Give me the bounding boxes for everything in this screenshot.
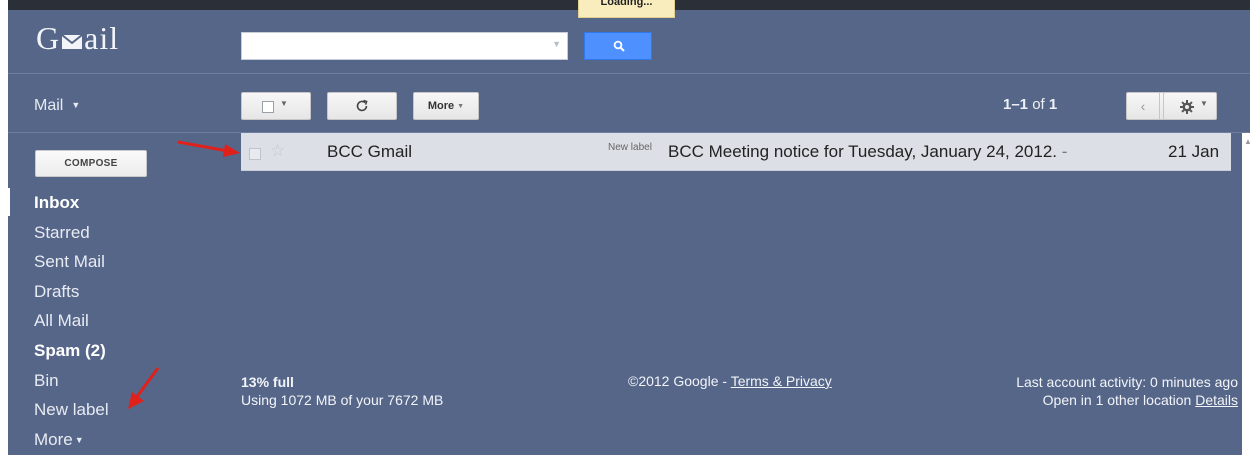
nav-all-mail[interactable]: All Mail (8, 306, 241, 336)
chevron-down-icon: ▼ (71, 100, 81, 110)
message-checkbox[interactable] (249, 148, 261, 160)
nav-label: Spam (2) (34, 340, 106, 360)
pagination-text: 1–1 of 1 (1003, 96, 1057, 113)
search-input[interactable] (246, 34, 550, 60)
nav-sent-mail[interactable]: Sent Mail (8, 247, 241, 277)
more-button[interactable]: More ▼ (413, 92, 479, 120)
message-list: ☆ BCC Gmail New label BCC Meeting notice… (241, 133, 1250, 455)
scrollbar[interactable]: ▲ (1242, 133, 1250, 455)
mail-menu-label: Mail (34, 97, 64, 114)
copyright-text: ©2012 Google - (628, 373, 728, 389)
nav-label: Drafts (34, 281, 80, 301)
chevron-left-icon: ‹ (1140, 98, 1146, 114)
chevron-down-icon: ▼ (1200, 99, 1208, 108)
nav-label: Starred (34, 222, 90, 242)
activity-text: Last account activity: 0 minutes ago (1016, 374, 1238, 390)
message-date: 21 Jan (1168, 142, 1220, 161)
scroll-up-icon: ▲ (1244, 137, 1250, 146)
message-snippet: - (1057, 142, 1068, 161)
active-marker (8, 188, 10, 216)
settings-button[interactable]: ▼ (1163, 92, 1217, 120)
search-icon (613, 40, 625, 52)
account-activity: Last account activity: 0 minutes ago Ope… (1016, 373, 1238, 409)
footer-copyright: ©2012 Google - Terms & Privacy (628, 373, 832, 389)
select-button[interactable]: ▼ (241, 92, 311, 120)
message-label-tag[interactable]: New label (608, 142, 652, 153)
pagination-range: 1–1 (1003, 96, 1029, 113)
pagination-total: 1 (1048, 96, 1058, 113)
logo-letters-ail: ail (84, 20, 120, 56)
other-location-text: Open in 1 other location (1042, 392, 1192, 408)
more-button-label: More (427, 100, 455, 112)
checkbox-icon (262, 101, 274, 113)
nav-more[interactable]: More ▼ (8, 425, 241, 455)
annotation-arrow-right (177, 140, 240, 157)
search-button[interactable] (584, 32, 652, 60)
chevron-down-icon: ▼ (457, 103, 465, 110)
nav-label: Inbox (34, 193, 80, 212)
nav-spam[interactable]: Spam (2) (8, 336, 241, 366)
storage-percent: 13% full (241, 374, 294, 390)
message-subject: BCC Meeting notice for Tuesday, January … (668, 142, 1058, 161)
message-sender: BCC Gmail (327, 142, 413, 161)
toolbar: Mail▼ ▼ More▼ 1–1 of 1 ‹ › ▼ (8, 74, 1250, 133)
newer-button[interactable]: ‹ (1126, 92, 1160, 120)
annotation-arrow-down (128, 367, 160, 409)
gmail-logo[interactable]: Gail (36, 20, 119, 57)
refresh-icon (356, 99, 368, 112)
details-link[interactable]: Details (1195, 392, 1238, 408)
chevron-down-icon: ▼ (280, 99, 288, 108)
chevron-down-icon: ▼ (74, 434, 84, 445)
nav-label: All Mail (34, 311, 89, 331)
nav-inbox[interactable]: Inbox (8, 188, 241, 218)
envelope-icon (61, 21, 83, 49)
nav-label: Sent Mail (34, 252, 105, 272)
nav-label: More (34, 429, 73, 449)
nav-label: Bin (34, 370, 59, 390)
pagination-of: of (1032, 96, 1045, 113)
storage-info: 13% full Using 1072 MB of your 7672 MB (241, 373, 443, 409)
logo-letter-g: G (36, 20, 61, 56)
star-icon[interactable]: ☆ (270, 141, 285, 161)
refresh-button[interactable] (327, 92, 397, 120)
message-subject-line: BCC Meeting notice for Tuesday, January … (668, 142, 1067, 162)
gmail-window: Loading... Gail ▼ Mail▼ ▼ More▼ 1–1 of (8, 0, 1250, 455)
nav-drafts[interactable]: Drafts (8, 277, 241, 307)
nav-starred[interactable]: Starred (8, 218, 241, 248)
header: Gail ▼ (8, 10, 1250, 74)
search-box[interactable]: ▼ (241, 32, 568, 60)
nav-label: New label (34, 400, 109, 420)
mail-menu[interactable]: Mail ▼ (34, 97, 80, 115)
terms-privacy-link[interactable]: Terms & Privacy (731, 373, 832, 389)
message-row[interactable]: ☆ BCC Gmail New label BCC Meeting notice… (241, 133, 1231, 171)
search-options-icon[interactable]: ▼ (552, 39, 561, 49)
gear-icon (1180, 100, 1194, 114)
nav-list: Inbox Starred Sent Mail Drafts All Mail … (8, 188, 241, 454)
compose-button[interactable]: COMPOSE (35, 150, 147, 177)
loading-label: Loading... (600, 0, 653, 8)
storage-detail: Using 1072 MB of your 7672 MB (241, 392, 444, 408)
